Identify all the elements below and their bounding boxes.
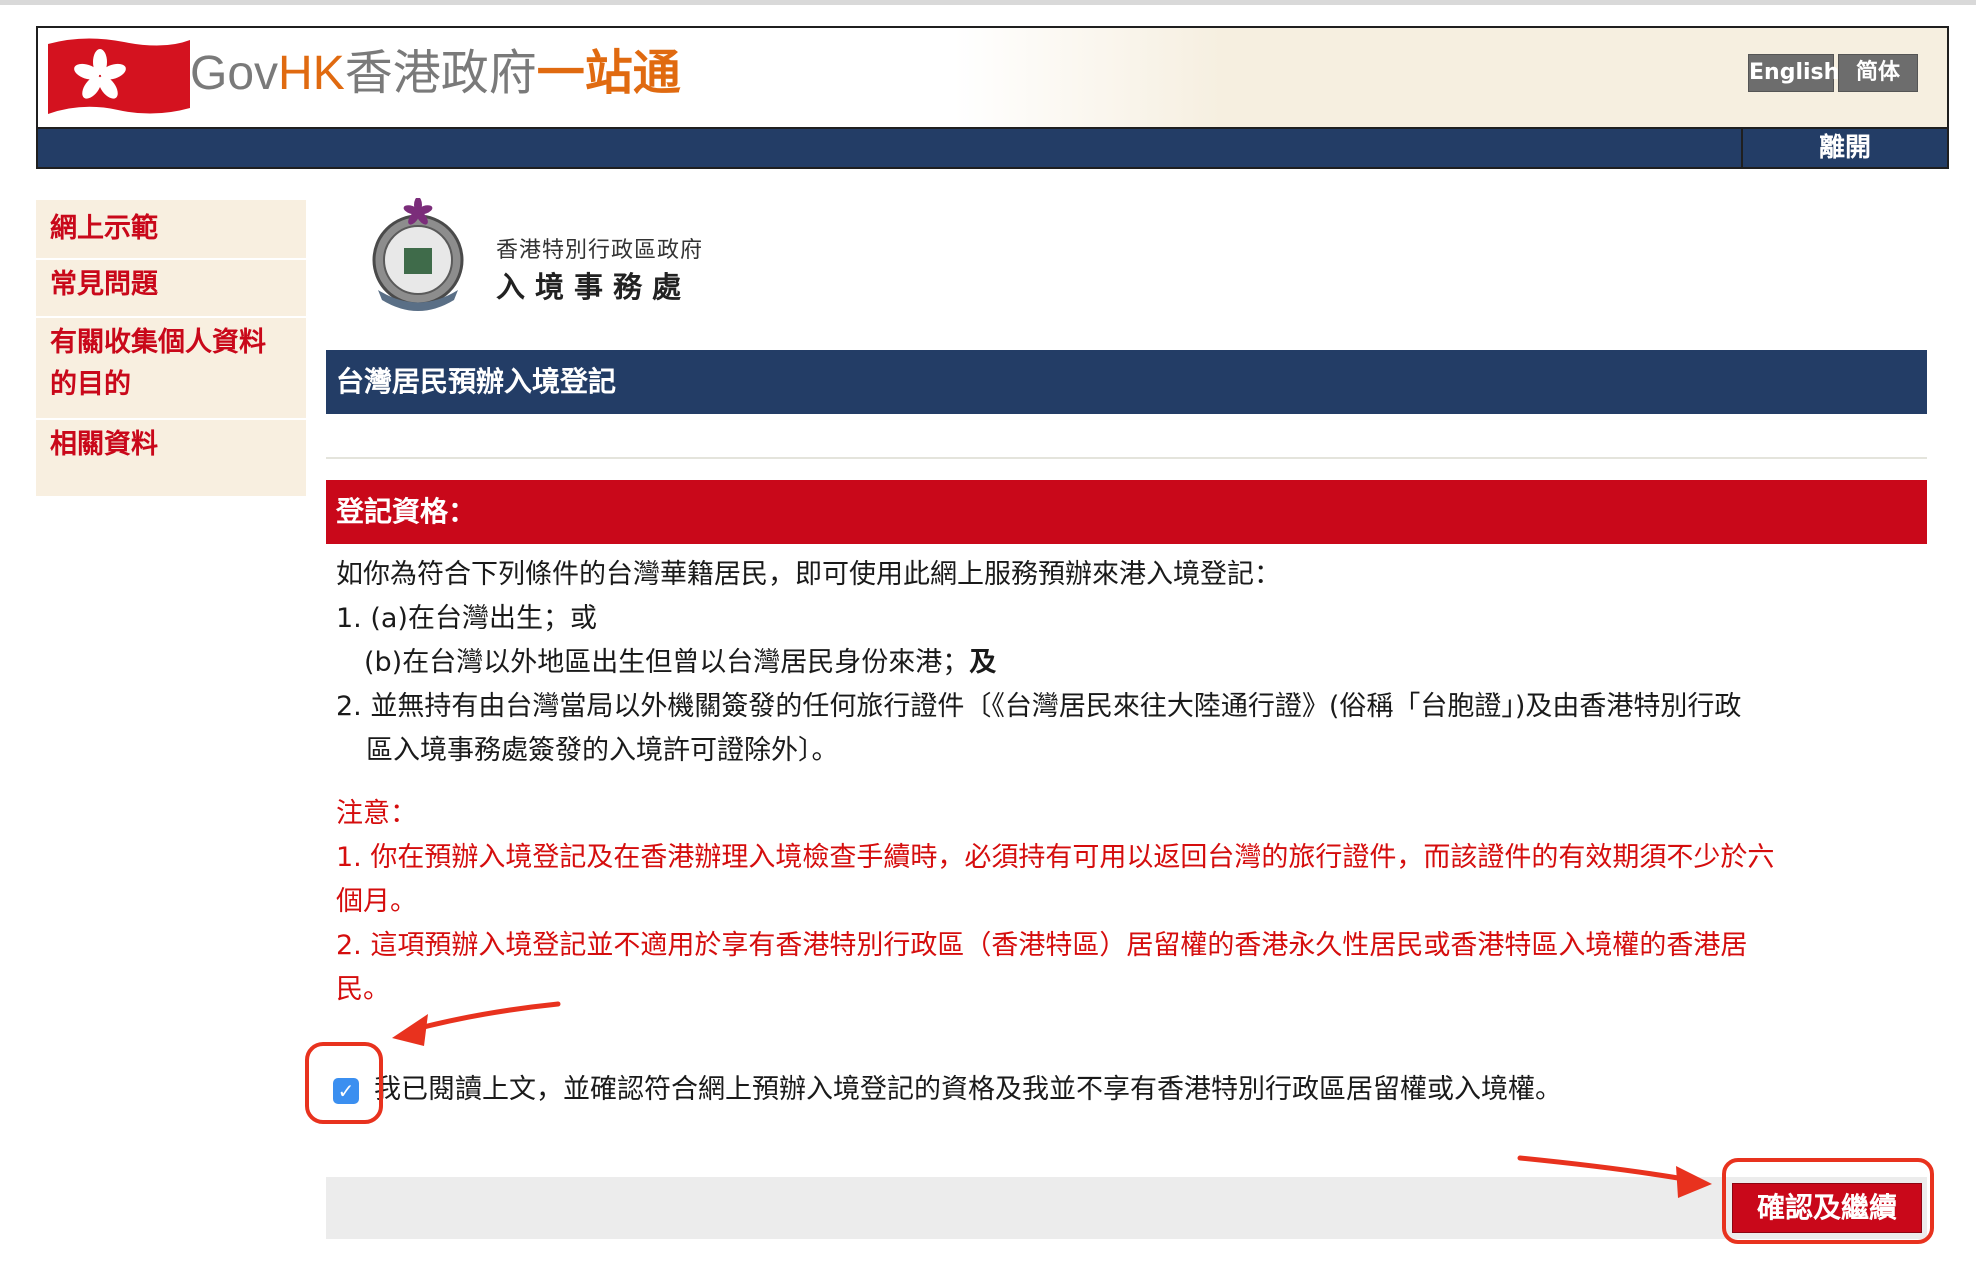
- logo-hk: HK: [278, 47, 345, 100]
- condition-2-line1: 2. 並無持有由台灣當局以外機關簽發的任何旅行證件〔《台灣居民來往大陸通行證》(…: [336, 691, 1742, 722]
- condition-1a: 1. (a)在台灣出生；或: [336, 603, 597, 634]
- annotation-arrow-checkbox: [392, 1001, 561, 1046]
- department-name-line1: 香港特別行政區政府: [496, 238, 704, 263]
- sidebar-item-faq[interactable]: 常見問題: [36, 264, 306, 318]
- note-title: 注意：: [336, 798, 417, 829]
- english-button[interactable]: English: [1748, 54, 1839, 92]
- note-1-line1: 1. 你在預辦入境登記及在香港辦理入境檢查手續時，必須持有可用以返回台灣的旅行證…: [336, 842, 1775, 873]
- sidebar-item-related-info[interactable]: 相關資料: [36, 424, 306, 476]
- intro-text: 如你為符合下列條件的台灣華籍居民，即可使用此網上服務預辦來港入境登記：: [336, 559, 1281, 590]
- logo-gov: Gov: [190, 47, 279, 100]
- exit-button[interactable]: 離開: [1741, 129, 1947, 167]
- sidebar-item-online-demo[interactable]: 網上示範: [36, 208, 306, 260]
- section-title: 登記資格：: [326, 480, 1927, 544]
- top-navbar: 離開: [36, 127, 1949, 169]
- department-name-line2: 入境事務處: [496, 270, 692, 304]
- page-title: 台灣居民預辦入境登記: [326, 350, 1927, 414]
- logo-zh: 香港政府: [344, 47, 537, 100]
- divider: [326, 457, 1927, 459]
- simplified-chinese-button[interactable]: 简体: [1838, 54, 1918, 92]
- annotation-checkbox-highlight: [305, 1042, 383, 1124]
- logo-zh-one-stop: 一站通: [536, 47, 681, 100]
- govhk-header: GovHK香港政府一站通 English 简体: [36, 26, 1949, 127]
- declaration-text[interactable]: 我已閱讀上文，並確認符合網上預辦入境登記的資格及我並不享有香港特別行政區居留權或…: [374, 1068, 1562, 1112]
- condition-2-line2: 區入境事務處簽發的入境許可證除外〕。: [366, 735, 839, 766]
- action-bar: [326, 1177, 1927, 1239]
- condition-1b-text: (b)在台灣以外地區出生但曾以台灣居民身份來港；: [364, 647, 970, 678]
- note-1-line2: 個月。: [336, 886, 417, 917]
- top-border: [0, 0, 1976, 5]
- note-2-line2: 民。: [336, 974, 390, 1005]
- hk-flag-icon: [48, 38, 190, 114]
- govhk-logo-text[interactable]: GovHK香港政府一站通: [190, 46, 681, 102]
- note-2-line1: 2. 這項預辦入境登記並不適用於享有香港特別行政區（香港特區）居留權的香港永久性…: [336, 930, 1748, 961]
- condition-1b-and: 及: [969, 647, 997, 678]
- sidebar-item-personal-data-line1[interactable]: 有關收集個人資料: [36, 322, 306, 364]
- condition-1b: (b)在台灣以外地區出生但曾以台灣居民身份來港；及: [364, 641, 996, 685]
- sidebar-item-personal-data-line2[interactable]: 的目的: [36, 364, 306, 420]
- annotation-button-highlight: [1722, 1158, 1934, 1244]
- sidebar: 網上示範 常見問題 有關收集個人資料 的目的 相關資料: [36, 200, 306, 496]
